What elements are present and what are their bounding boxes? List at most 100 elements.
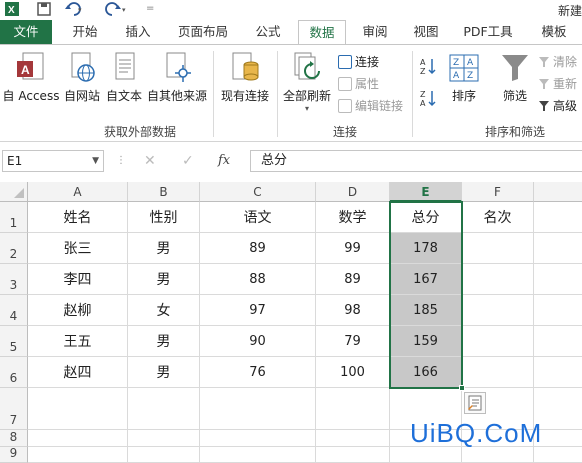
table-cell[interactable] [534, 447, 582, 463]
from-other-sources-button[interactable]: 自其他来源 [144, 51, 210, 104]
column-header-g[interactable] [534, 182, 582, 202]
table-header-cell[interactable]: 姓名 [28, 202, 128, 233]
table-cell[interactable]: 张三 [28, 233, 128, 264]
tab-data[interactable]: 数据 [298, 20, 346, 45]
redo-icon[interactable]: ▾ [104, 1, 126, 21]
filter-button[interactable]: 筛选 [496, 51, 534, 104]
select-all-corner[interactable] [0, 182, 28, 202]
table-cell[interactable]: 王五 [28, 326, 128, 357]
column-header-e[interactable]: E [390, 182, 462, 202]
tab-file[interactable]: 文件 [0, 20, 52, 44]
from-access-button[interactable]: A 自 Access [2, 51, 60, 104]
table-cell[interactable]: 赵四 [28, 357, 128, 388]
cancel-icon[interactable]: ✕ [144, 153, 156, 169]
table-cell[interactable] [316, 447, 390, 463]
fill-handle[interactable] [459, 385, 465, 391]
table-cell[interactable] [462, 357, 534, 388]
row-header-4[interactable]: 4 [0, 295, 28, 326]
table-cell[interactable]: 76 [200, 357, 316, 388]
table-cell[interactable]: 89 [316, 264, 390, 295]
from-web-button[interactable]: 自网站 [60, 51, 104, 104]
table-cell[interactable] [462, 233, 534, 264]
row-header-2[interactable]: 2 [0, 233, 28, 264]
table-cell[interactable]: 167 [390, 264, 462, 295]
table-cell[interactable] [534, 233, 582, 264]
table-cell[interactable]: 男 [128, 357, 200, 388]
row-header-6[interactable]: 6 [0, 357, 28, 388]
insert-function-icon[interactable]: fx [218, 153, 230, 168]
table-cell[interactable]: 男 [128, 233, 200, 264]
table-cell[interactable]: 89 [200, 233, 316, 264]
existing-connections-button[interactable]: 现有连接 [218, 51, 272, 104]
table-cell[interactable] [462, 295, 534, 326]
row-header-9[interactable]: 9 [0, 446, 28, 463]
table-cell[interactable]: 90 [200, 326, 316, 357]
table-cell[interactable] [128, 430, 200, 447]
table-header-cell[interactable]: 性别 [128, 202, 200, 233]
table-header-cell[interactable]: 名次 [462, 202, 534, 233]
table-cell[interactable] [390, 447, 462, 463]
name-box[interactable]: E1 ▼ [2, 150, 104, 172]
table-cell[interactable]: 男 [128, 264, 200, 295]
row-header-1[interactable]: 1 [0, 202, 28, 233]
table-cell[interactable]: 79 [316, 326, 390, 357]
table-cell[interactable] [534, 326, 582, 357]
chevron-down-icon[interactable]: ▼ [92, 151, 99, 171]
tab-review[interactable]: 审阅 [354, 20, 396, 44]
table-cell[interactable]: 178 [390, 233, 462, 264]
advanced-filter-button[interactable]: 高级 [538, 97, 577, 115]
save-icon[interactable] [36, 1, 52, 21]
table-cell[interactable] [462, 447, 534, 463]
table-cell[interactable] [462, 326, 534, 357]
table-cell[interactable] [534, 202, 582, 233]
column-header-d[interactable]: D [316, 182, 390, 202]
table-header-cell[interactable]: 总分 [390, 202, 462, 233]
table-cell[interactable]: 女 [128, 295, 200, 326]
table-cell[interactable]: 赵柳 [28, 295, 128, 326]
row-header-5[interactable]: 5 [0, 326, 28, 357]
table-cell[interactable] [200, 388, 316, 430]
table-cell[interactable] [128, 447, 200, 463]
table-cell[interactable]: 98 [316, 295, 390, 326]
table-cell[interactable]: 李四 [28, 264, 128, 295]
table-cell[interactable] [128, 388, 200, 430]
table-cell[interactable] [28, 388, 128, 430]
table-cell[interactable] [462, 264, 534, 295]
table-cell[interactable]: 166 [390, 357, 462, 388]
table-cell[interactable] [28, 430, 128, 447]
sort-ascending-button[interactable]: AZ [420, 57, 436, 76]
tab-page-layout[interactable]: 页面布局 [170, 20, 236, 44]
table-cell[interactable]: 100 [316, 357, 390, 388]
table-header-cell[interactable]: 数学 [316, 202, 390, 233]
column-header-b[interactable]: B [128, 182, 200, 202]
table-cell[interactable] [316, 430, 390, 447]
table-header-cell[interactable]: 语文 [200, 202, 316, 233]
sort-button[interactable]: ZAAZ 排序 [444, 51, 484, 104]
table-cell[interactable]: 99 [316, 233, 390, 264]
tab-home[interactable]: 开始 [62, 20, 108, 44]
table-cell[interactable] [534, 264, 582, 295]
column-header-f[interactable]: F [462, 182, 534, 202]
tab-view[interactable]: 视图 [406, 20, 446, 44]
from-text-button[interactable]: 自文本 [104, 51, 144, 104]
table-cell[interactable] [200, 447, 316, 463]
tab-templates[interactable]: 模板 [530, 20, 578, 44]
row-header-3[interactable]: 3 [0, 264, 28, 295]
table-cell[interactable]: 男 [128, 326, 200, 357]
quick-analysis-button[interactable] [464, 392, 486, 414]
row-header-7[interactable]: 7 [0, 388, 28, 430]
column-header-a[interactable]: A [28, 182, 128, 202]
tab-pdf-tools[interactable]: PDF工具 [458, 20, 518, 44]
table-cell[interactable]: 88 [200, 264, 316, 295]
column-header-c[interactable]: C [200, 182, 316, 202]
connections-button[interactable]: 连接 [338, 53, 379, 71]
table-cell[interactable]: 159 [390, 326, 462, 357]
undo-icon[interactable]: ▾ [64, 1, 86, 21]
tab-formulas[interactable]: 公式 [246, 20, 290, 44]
refresh-all-button[interactable]: 全部刷新 ▾ [280, 51, 334, 113]
table-cell[interactable] [316, 388, 390, 430]
sort-descending-button[interactable]: ZA [420, 89, 436, 108]
table-cell[interactable]: 185 [390, 295, 462, 326]
table-cell[interactable] [200, 430, 316, 447]
table-cell[interactable] [534, 357, 582, 388]
